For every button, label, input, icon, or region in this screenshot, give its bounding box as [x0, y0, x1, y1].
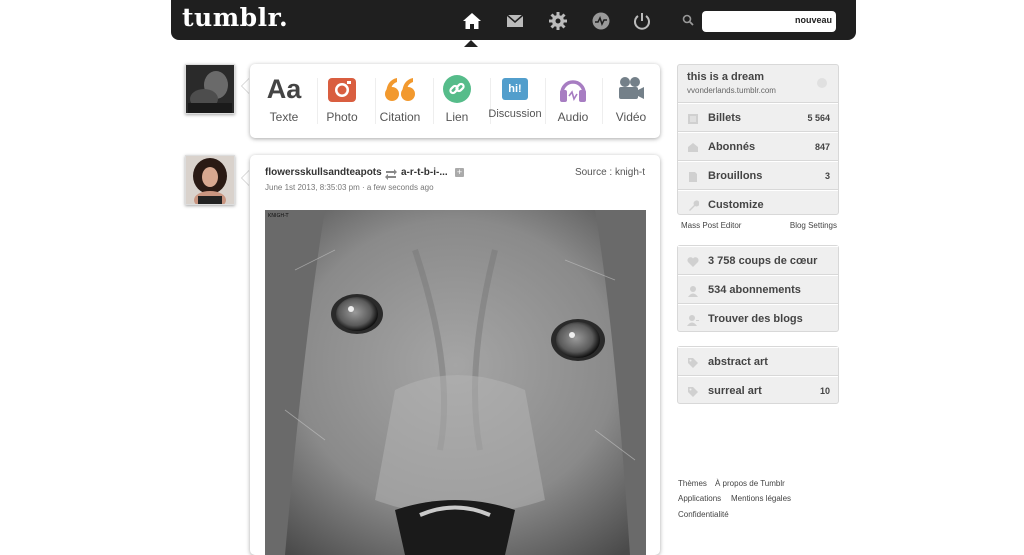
chat-post-button[interactable]: hi! Discussion	[486, 72, 544, 134]
wrench-icon	[687, 199, 700, 211]
reblog-icon	[385, 167, 397, 180]
blog-panel: this is a dream vvonderlands.tumblr.com …	[677, 64, 839, 215]
photo-watermark: KNIGH-T	[268, 213, 289, 219]
search-input[interactable]	[708, 13, 792, 31]
post-type-composer: Aa Texte Photo Citation Lien hi! Discuss…	[250, 64, 660, 138]
footer-link-privacy[interactable]: Confidentialité	[678, 510, 729, 519]
sidebar-tag-surreal-art[interactable]: surreal art 10	[678, 376, 838, 405]
post-author-link[interactable]: flowersskullsandteapots	[265, 167, 382, 178]
sidebar-item-label: Brouillons	[708, 170, 763, 182]
sidebar-item-find-blogs[interactable]: Trouver des blogs	[678, 304, 838, 333]
activity-panel: 3 758 coups de cœur 534 abonnements Trou…	[677, 245, 839, 332]
blog-title[interactable]: this is a dream	[687, 71, 764, 83]
sidebar-item-label: abstract art	[708, 356, 768, 368]
sidebar-item-label: Trouver des blogs	[708, 313, 803, 325]
blog-url[interactable]: vvonderlands.tumblr.com	[687, 86, 776, 95]
composer-pointer	[242, 78, 250, 94]
gear-icon[interactable]	[548, 11, 568, 31]
followers-icon	[687, 141, 699, 153]
sidebar-item-count: 5 564	[807, 113, 830, 123]
user-avatar[interactable]	[185, 64, 235, 114]
sidebar-item-label: Billets	[708, 112, 742, 124]
post-photo[interactable]: KNIGH-T	[265, 210, 646, 555]
link-post-label: Lien	[445, 110, 469, 124]
quote-post-button[interactable]: Citation	[371, 72, 429, 134]
drafts-icon	[687, 170, 699, 182]
sidebar-item-label: Customize	[708, 199, 764, 211]
user-icon	[687, 284, 699, 297]
footer-link-themes[interactable]: Thèmes	[678, 479, 707, 488]
video-camera-icon	[602, 72, 660, 106]
top-bar: tumblr. nouveau	[171, 0, 856, 40]
sidebar-item-label: 3 758 coups de cœur	[708, 255, 818, 267]
new-post-button[interactable]: nouveau	[795, 15, 832, 25]
footer-link-about[interactable]: À propos de Tumblr	[715, 479, 785, 488]
power-icon[interactable]	[632, 11, 652, 31]
sidebar-item-label: 534 abonnements	[708, 284, 801, 296]
photo-post-label: Photo	[326, 110, 358, 124]
video-post-label: Vidéo	[615, 110, 647, 124]
reblogged-from-link[interactable]: a-r-t-b-i-...	[401, 167, 448, 178]
video-post-button[interactable]: Vidéo	[602, 72, 660, 134]
link-post-button[interactable]: Lien	[428, 72, 486, 134]
tag-icon	[687, 356, 699, 368]
find-user-icon	[687, 313, 699, 326]
post-date: June 1st 2013, 8:35:03 pm · a few second…	[265, 183, 434, 192]
blog-header[interactable]: this is a dream vvonderlands.tumblr.com	[678, 65, 838, 103]
dashboard-post: flowersskullsandteapots a-r-t-b-i-... + …	[250, 155, 660, 555]
tags-panel: abstract art surreal art 10	[677, 346, 839, 404]
sidebar-item-likes[interactable]: 3 758 coups de cœur	[678, 246, 838, 275]
tumblr-logo[interactable]: tumblr.	[182, 3, 288, 32]
footer-link-legal[interactable]: Mentions légales	[731, 494, 791, 503]
follow-plus-icon[interactable]: +	[455, 168, 464, 177]
blog-settings-link[interactable]: Blog Settings	[790, 221, 837, 230]
audio-post-label: Audio	[557, 110, 589, 124]
footer-link-apps[interactable]: Applications	[678, 494, 721, 503]
sidebar-item-count: 10	[819, 386, 830, 396]
chat-icon: hi!	[502, 78, 528, 100]
tag-icon	[687, 385, 699, 397]
chat-post-label: Discussion	[488, 108, 542, 120]
mass-post-editor-link[interactable]: Mass Post Editor	[681, 221, 741, 230]
blog-options-icon[interactable]	[817, 78, 827, 88]
posts-icon	[687, 112, 699, 124]
sidebar-item-count: 847	[814, 142, 830, 152]
text-icon: Aa	[266, 73, 302, 104]
quote-icon	[371, 72, 429, 106]
sidebar-item-drafts[interactable]: Brouillons 3	[678, 161, 838, 190]
sidebar-item-posts[interactable]: Billets 5 564	[678, 103, 838, 132]
search-field[interactable]: nouveau	[702, 11, 836, 32]
post-pointer	[242, 170, 250, 186]
sidebar-item-label: Abonnés	[708, 141, 756, 153]
sidebar-item-following[interactable]: 534 abonnements	[678, 275, 838, 304]
post-author-avatar[interactable]	[185, 155, 235, 205]
heart-icon	[687, 255, 699, 267]
text-post-label: Texte	[269, 110, 299, 124]
photo-post-button[interactable]: Photo	[313, 72, 371, 134]
post-source[interactable]: Source : knigh-t	[575, 167, 645, 178]
link-icon	[428, 72, 486, 106]
text-post-button[interactable]: Aa Texte	[255, 72, 313, 134]
audio-post-button[interactable]: Audio	[544, 72, 602, 134]
quote-post-label: Citation	[379, 110, 421, 124]
camera-icon	[313, 72, 371, 106]
sidebar-item-followers[interactable]: Abonnés 847	[678, 132, 838, 161]
sidebar-item-customize[interactable]: Customize	[678, 190, 838, 219]
home-caret-indicator	[464, 40, 478, 47]
activity-icon[interactable]	[591, 11, 611, 31]
headphones-icon	[544, 72, 602, 106]
search-icon	[681, 13, 695, 27]
mail-icon[interactable]	[505, 11, 525, 31]
sidebar-item-count: 3	[824, 171, 830, 181]
sidebar-item-label: surreal art	[708, 385, 762, 397]
home-icon[interactable]	[462, 11, 482, 31]
sidebar-tag-abstract-art[interactable]: abstract art	[678, 347, 838, 376]
